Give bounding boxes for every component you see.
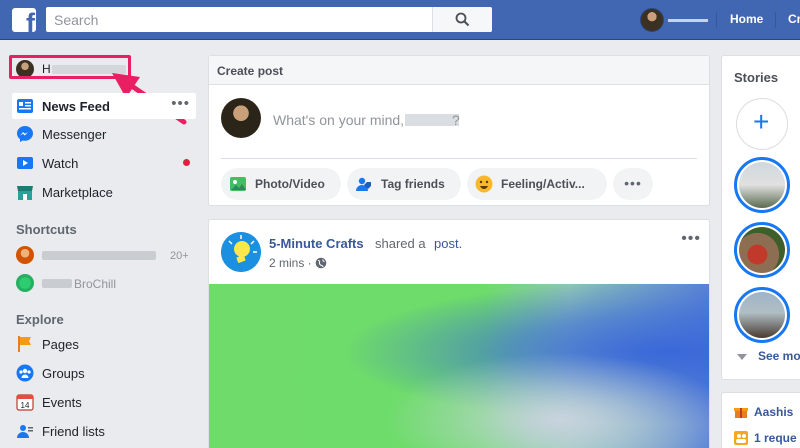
sidebar-item-friend-lists[interactable]: Friend lists bbox=[12, 418, 196, 444]
sidebar-item-events[interactable]: 14 Events bbox=[12, 389, 196, 415]
stories-heading: Stories bbox=[734, 70, 779, 85]
feeling-icon bbox=[475, 175, 493, 193]
flag-icon bbox=[18, 336, 31, 352]
avatar bbox=[16, 274, 34, 292]
create-post-header: Create post bbox=[209, 56, 709, 85]
top-navigation-bar: f Home Cr bbox=[0, 0, 800, 40]
post-timestamp[interactable]: 2 mins · bbox=[269, 256, 312, 270]
story-thumbnail[interactable] bbox=[734, 157, 790, 213]
facebook-logo-icon[interactable]: f bbox=[12, 8, 36, 32]
profile-name-redacted[interactable] bbox=[668, 19, 708, 22]
shortcut-name-tail: BroChill bbox=[74, 277, 117, 291]
more-options-icon[interactable]: ••• bbox=[171, 95, 190, 112]
birthdays-requests-card: Aashis 1 reque bbox=[721, 392, 800, 448]
post-image[interactable] bbox=[209, 284, 709, 448]
post-action-text: shared a bbox=[375, 236, 426, 251]
sidebar-item-label: Watch bbox=[42, 156, 79, 171]
sidebar-item-groups[interactable]: Groups bbox=[12, 360, 196, 386]
shortcut-name-redacted bbox=[42, 279, 72, 288]
marketplace-icon bbox=[17, 186, 33, 200]
gift-icon bbox=[734, 408, 748, 418]
tag-friends-button[interactable]: Tag friends bbox=[347, 168, 461, 200]
sidebar-item-news-feed[interactable]: News Feed ••• bbox=[12, 93, 196, 119]
search-box bbox=[46, 7, 492, 32]
sidebar-item-label: Friend lists bbox=[42, 424, 105, 439]
story-thumbnail[interactable] bbox=[734, 287, 790, 343]
sidebar-item-label: Pages bbox=[42, 337, 79, 352]
calendar-day: 14 bbox=[21, 401, 30, 410]
create-post-title: Create post bbox=[217, 64, 284, 78]
notification-dot bbox=[183, 159, 190, 166]
plus-icon: + bbox=[753, 106, 770, 137]
shortcuts-heading: Shortcuts bbox=[16, 222, 77, 237]
composer-suffix: ? bbox=[452, 112, 460, 128]
stories-card: Stories + A Y Y Y See mo bbox=[721, 55, 800, 380]
friend-list-icon bbox=[17, 425, 33, 438]
profile-avatar[interactable] bbox=[640, 8, 664, 32]
calendar-icon: 14 bbox=[16, 394, 34, 411]
post-composer-input[interactable]: What's on your mind, bbox=[273, 112, 404, 128]
friend-requests-link[interactable]: 1 reque bbox=[754, 431, 797, 445]
see-more-link[interactable]: See mo bbox=[758, 349, 800, 363]
shortcut-item[interactable]: BroChill bbox=[12, 270, 196, 296]
page-avatar[interactable] bbox=[221, 232, 261, 272]
shortcut-name-redacted bbox=[42, 251, 156, 260]
lightbulb-icon bbox=[221, 232, 261, 272]
feed-post-card: 5-Minute Crafts shared a post. 2 mins · … bbox=[208, 219, 710, 448]
nav-divider bbox=[775, 12, 776, 28]
sidebar-item-label: Groups bbox=[42, 366, 85, 381]
photo-icon bbox=[230, 177, 246, 191]
story-thumbnail[interactable] bbox=[734, 222, 790, 278]
more-actions-button[interactable]: ••• bbox=[613, 168, 653, 200]
shortcut-item[interactable]: 20+ bbox=[12, 242, 196, 268]
birthday-name-link[interactable]: Aashis bbox=[754, 405, 793, 419]
feeling-activity-label: Feeling/Activ... bbox=[501, 177, 585, 191]
sidebar-item-marketplace[interactable]: Marketplace bbox=[12, 179, 196, 205]
post-author-link[interactable]: 5-Minute Crafts bbox=[269, 236, 364, 251]
chevron-down-icon bbox=[737, 354, 747, 360]
sidebar-item-watch[interactable]: Watch bbox=[12, 150, 196, 176]
messenger-icon bbox=[17, 126, 33, 142]
photo-video-label: Photo/Video bbox=[255, 177, 325, 191]
search-button[interactable] bbox=[432, 7, 492, 32]
nav-divider bbox=[716, 12, 717, 28]
notification-count: 20+ bbox=[170, 250, 189, 262]
home-link[interactable]: Home bbox=[730, 12, 763, 26]
photo-video-button[interactable]: Photo/Video bbox=[221, 168, 341, 200]
feeling-activity-button[interactable]: Feeling/Activ... bbox=[467, 168, 607, 200]
search-input[interactable] bbox=[46, 7, 444, 32]
create-link[interactable]: Cr bbox=[788, 12, 800, 26]
post-link[interactable]: post. bbox=[434, 236, 462, 251]
news-feed-icon bbox=[17, 99, 33, 113]
avatar bbox=[16, 246, 34, 264]
sidebar-item-label: Marketplace bbox=[42, 185, 113, 200]
friend-requests-icon bbox=[734, 431, 748, 445]
watch-icon bbox=[17, 157, 33, 169]
divider bbox=[221, 158, 697, 159]
sidebar-item-label: Events bbox=[42, 395, 82, 410]
sidebar-item-label: News Feed bbox=[42, 99, 110, 114]
tag-friends-icon bbox=[356, 177, 371, 191]
create-post-card: Create post What's on your mind, ? Photo… bbox=[208, 55, 710, 206]
user-name-redacted bbox=[405, 114, 459, 126]
explore-heading: Explore bbox=[16, 312, 64, 327]
sidebar-item-messenger[interactable]: Messenger bbox=[12, 121, 196, 147]
sidebar-item-pages[interactable]: Pages bbox=[12, 331, 196, 357]
tag-friends-label: Tag friends bbox=[381, 177, 445, 191]
add-story-button[interactable]: + bbox=[736, 98, 788, 150]
globe-icon bbox=[315, 257, 327, 269]
avatar[interactable] bbox=[221, 98, 261, 138]
search-icon bbox=[455, 12, 470, 27]
post-options-icon[interactable]: ••• bbox=[681, 230, 701, 248]
sidebar-item-label: Messenger bbox=[42, 127, 107, 142]
groups-icon bbox=[16, 364, 34, 382]
